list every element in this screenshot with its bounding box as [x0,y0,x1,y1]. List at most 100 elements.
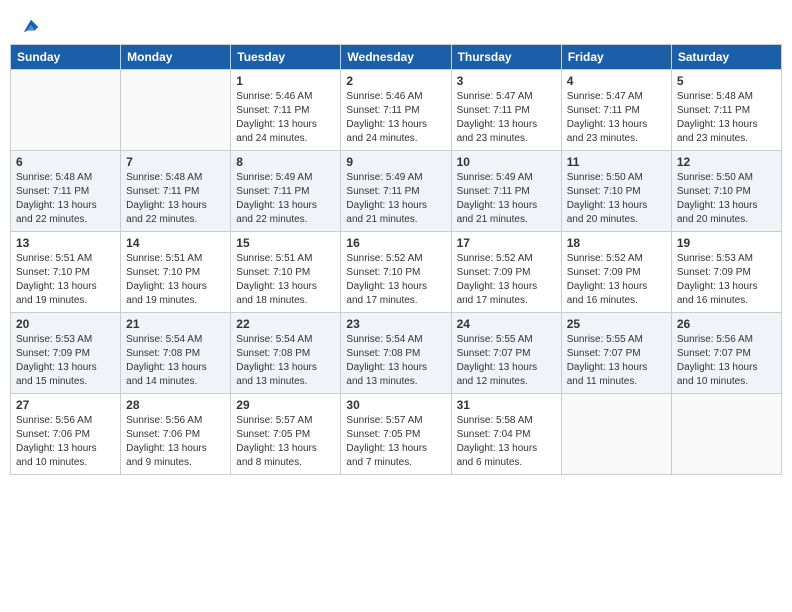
day-info: Sunrise: 5:57 AMSunset: 7:05 PMDaylight:… [346,414,445,470]
day-number: 28 [126,398,225,412]
day-number: 29 [236,398,335,412]
day-number: 2 [346,74,445,88]
day-info: Sunrise: 5:51 AMSunset: 7:10 PMDaylight:… [126,252,225,308]
day-info: Sunrise: 5:58 AMSunset: 7:04 PMDaylight:… [457,414,556,470]
day-info: Sunrise: 5:51 AMSunset: 7:10 PMDaylight:… [236,252,335,308]
day-number: 4 [567,74,666,88]
day-number: 9 [346,155,445,169]
calendar-day-cell: 7 Sunrise: 5:48 AMSunset: 7:11 PMDaylight… [121,151,231,232]
day-info: Sunrise: 5:57 AMSunset: 7:05 PMDaylight:… [236,414,335,470]
day-number: 25 [567,317,666,331]
calendar-day-cell: 15 Sunrise: 5:51 AMSunset: 7:10 PMDayligh… [231,232,341,313]
day-info: Sunrise: 5:51 AMSunset: 7:10 PMDaylight:… [16,252,115,308]
day-info: Sunrise: 5:55 AMSunset: 7:07 PMDaylight:… [457,333,556,389]
day-info: Sunrise: 5:53 AMSunset: 7:09 PMDaylight:… [677,252,776,308]
day-info: Sunrise: 5:48 AMSunset: 7:11 PMDaylight:… [16,171,115,227]
day-number: 26 [677,317,776,331]
calendar-day-cell [121,70,231,151]
day-info: Sunrise: 5:55 AMSunset: 7:07 PMDaylight:… [567,333,666,389]
calendar-day-cell: 23 Sunrise: 5:54 AMSunset: 7:08 PMDayligh… [341,313,451,394]
calendar-day-cell: 3Sunrise: 5:47 AMSunset: 7:11 PMDaylight… [451,70,561,151]
day-info: Sunrise: 5:50 AMSunset: 7:10 PMDaylight:… [677,171,776,227]
day-info: Sunrise: 5:46 AMSunset: 7:11 PMDaylight:… [236,90,335,146]
day-info: Sunrise: 5:52 AMSunset: 7:09 PMDaylight:… [457,252,556,308]
day-number: 7 [126,155,225,169]
day-info: Sunrise: 5:48 AMSunset: 7:11 PMDaylight:… [126,171,225,227]
day-number: 1 [236,74,335,88]
calendar-day-cell: 27 Sunrise: 5:56 AMSunset: 7:06 PMDayligh… [11,394,121,475]
calendar-day-cell: 17 Sunrise: 5:52 AMSunset: 7:09 PMDayligh… [451,232,561,313]
day-info: Sunrise: 5:46 AMSunset: 7:11 PMDaylight:… [346,90,445,146]
calendar-header-row: SundayMondayTuesdayWednesdayThursdayFrid… [11,45,782,70]
day-number: 31 [457,398,556,412]
day-number: 18 [567,236,666,250]
calendar-day-cell: 11 Sunrise: 5:50 AMSunset: 7:10 PMDayligh… [561,151,671,232]
calendar-day-cell: 24Sunrise: 5:55 AMSunset: 7:07 PMDayligh… [451,313,561,394]
calendar-day-cell: 18 Sunrise: 5:52 AMSunset: 7:09 PMDayligh… [561,232,671,313]
calendar-day-cell: 2 Sunrise: 5:46 AMSunset: 7:11 PMDaylight… [341,70,451,151]
calendar-day-cell: 26Sunrise: 5:56 AMSunset: 7:07 PMDayligh… [671,313,781,394]
calendar-day-cell: 19 Sunrise: 5:53 AMSunset: 7:09 PMDayligh… [671,232,781,313]
calendar-day-cell: 9 Sunrise: 5:49 AMSunset: 7:11 PMDaylight… [341,151,451,232]
calendar-day-cell: 31 Sunrise: 5:58 AMSunset: 7:04 PMDayligh… [451,394,561,475]
day-number: 20 [16,317,115,331]
day-number: 30 [346,398,445,412]
day-number: 23 [346,317,445,331]
calendar-day-cell: 4 Sunrise: 5:47 AMSunset: 7:11 PMDaylight… [561,70,671,151]
day-info: Sunrise: 5:49 AMSunset: 7:11 PMDaylight:… [236,171,335,227]
calendar-day-cell: 20 Sunrise: 5:53 AMSunset: 7:09 PMDayligh… [11,313,121,394]
day-info: Sunrise: 5:48 AMSunset: 7:11 PMDaylight:… [677,90,776,146]
day-number: 19 [677,236,776,250]
day-of-week-header: Monday [121,45,231,70]
calendar-table: SundayMondayTuesdayWednesdayThursdayFrid… [10,44,782,475]
calendar-week-row: 20 Sunrise: 5:53 AMSunset: 7:09 PMDayligh… [11,313,782,394]
calendar-day-cell: 22 Sunrise: 5:54 AMSunset: 7:08 PMDayligh… [231,313,341,394]
day-of-week-header: Thursday [451,45,561,70]
calendar-day-cell: 6 Sunrise: 5:48 AMSunset: 7:11 PMDaylight… [11,151,121,232]
calendar-week-row: 13 Sunrise: 5:51 AMSunset: 7:10 PMDayligh… [11,232,782,313]
logo-icon [22,18,40,36]
day-of-week-header: Saturday [671,45,781,70]
calendar-week-row: 1 Sunrise: 5:46 AMSunset: 7:11 PMDaylight… [11,70,782,151]
day-number: 10 [457,155,556,169]
day-info: Sunrise: 5:52 AMSunset: 7:09 PMDaylight:… [567,252,666,308]
day-of-week-header: Wednesday [341,45,451,70]
day-info: Sunrise: 5:56 AMSunset: 7:06 PMDaylight:… [16,414,115,470]
day-number: 5 [677,74,776,88]
day-info: Sunrise: 5:56 AMSunset: 7:06 PMDaylight:… [126,414,225,470]
day-number: 8 [236,155,335,169]
day-number: 13 [16,236,115,250]
day-info: Sunrise: 5:47 AMSunset: 7:11 PMDaylight:… [457,90,556,146]
day-number: 21 [126,317,225,331]
day-info: Sunrise: 5:47 AMSunset: 7:11 PMDaylight:… [567,90,666,146]
calendar-day-cell [11,70,121,151]
calendar-day-cell [561,394,671,475]
day-info: Sunrise: 5:54 AMSunset: 7:08 PMDaylight:… [236,333,335,389]
day-number: 6 [16,155,115,169]
calendar-day-cell: 14 Sunrise: 5:51 AMSunset: 7:10 PMDayligh… [121,232,231,313]
day-number: 14 [126,236,225,250]
day-number: 16 [346,236,445,250]
day-info: Sunrise: 5:49 AMSunset: 7:11 PMDaylight:… [457,171,556,227]
day-of-week-header: Friday [561,45,671,70]
calendar-day-cell: 30 Sunrise: 5:57 AMSunset: 7:05 PMDayligh… [341,394,451,475]
day-number: 11 [567,155,666,169]
day-info: Sunrise: 5:54 AMSunset: 7:08 PMDaylight:… [126,333,225,389]
day-info: Sunrise: 5:53 AMSunset: 7:09 PMDaylight:… [16,333,115,389]
day-number: 15 [236,236,335,250]
day-number: 12 [677,155,776,169]
day-info: Sunrise: 5:54 AMSunset: 7:08 PMDaylight:… [346,333,445,389]
day-info: Sunrise: 5:52 AMSunset: 7:10 PMDaylight:… [346,252,445,308]
calendar-day-cell: 29 Sunrise: 5:57 AMSunset: 7:05 PMDayligh… [231,394,341,475]
day-of-week-header: Tuesday [231,45,341,70]
day-number: 17 [457,236,556,250]
logo [20,18,40,36]
day-number: 27 [16,398,115,412]
day-info: Sunrise: 5:49 AMSunset: 7:11 PMDaylight:… [346,171,445,227]
calendar-day-cell: 8 Sunrise: 5:49 AMSunset: 7:11 PMDaylight… [231,151,341,232]
calendar-day-cell: 5 Sunrise: 5:48 AMSunset: 7:11 PMDaylight… [671,70,781,151]
calendar-day-cell: 28 Sunrise: 5:56 AMSunset: 7:06 PMDayligh… [121,394,231,475]
day-number: 22 [236,317,335,331]
calendar-day-cell: 10 Sunrise: 5:49 AMSunset: 7:11 PMDayligh… [451,151,561,232]
day-info: Sunrise: 5:50 AMSunset: 7:10 PMDaylight:… [567,171,666,227]
